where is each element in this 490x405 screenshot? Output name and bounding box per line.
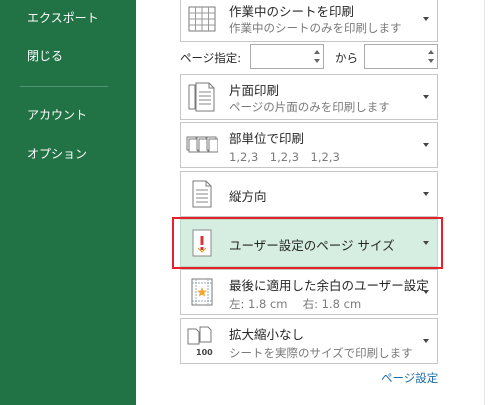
pages-to-spinner[interactable]	[425, 45, 437, 68]
pages-from-spinner[interactable]	[311, 45, 323, 68]
sidebar-item-close[interactable]: 閉じる	[27, 48, 63, 64]
sidebar-item-options[interactable]: オプション	[27, 146, 87, 162]
chevron-down-icon	[423, 339, 429, 343]
spin-down-icon[interactable]	[428, 59, 434, 63]
spin-up-icon[interactable]	[314, 50, 320, 54]
margins-title: 最後に適用した余白のユーザー設定	[229, 278, 429, 293]
pages-to-input[interactable]	[364, 44, 438, 69]
sidebar-item-account[interactable]: アカウント	[27, 107, 87, 123]
scaling-dropdown[interactable]: 100 拡大縮小なし シートを実際のサイズで印刷します	[180, 318, 438, 364]
chevron-down-icon	[423, 192, 429, 196]
print-what-subtitle: 作業中のシートのみを印刷します	[229, 21, 402, 35]
chevron-down-icon	[423, 290, 429, 294]
collate-title: 部単位で印刷	[229, 131, 305, 146]
sides-title: 片面印刷	[229, 83, 280, 98]
sides-dropdown[interactable]: 片面印刷 ページの片面のみを印刷します	[180, 74, 438, 120]
sides-subtitle: ページの片面のみを印刷します	[229, 100, 390, 114]
sidebar-divider	[20, 86, 108, 87]
pages-to-label: から	[335, 51, 358, 65]
margins-icon	[185, 275, 219, 309]
orientation-title: 縦方向	[229, 189, 267, 204]
pages-from-input[interactable]	[250, 44, 324, 69]
margins-subtitle: 左: 1.8 cm 右: 1.8 cm	[229, 297, 362, 311]
print-what-title: 作業中のシートを印刷	[229, 4, 355, 19]
print-what-dropdown[interactable]: 作業中のシートを印刷 作業中のシートのみを印刷します	[180, 0, 438, 42]
chevron-down-icon	[423, 241, 429, 245]
backstage-sidebar: エクスポート 閉じる アカウント オプション	[0, 0, 136, 405]
collate-dropdown[interactable]: 部単位で印刷 1,2,3 1,2,3 1,2,3	[180, 122, 438, 168]
chevron-down-icon	[423, 95, 429, 99]
pages-label: ページ指定:	[180, 51, 242, 65]
grid-sheet-icon	[185, 2, 219, 36]
no-scaling-icon: 100	[185, 324, 219, 358]
scaling-title: 拡大縮小なし	[229, 327, 305, 342]
spin-up-icon[interactable]	[428, 50, 434, 54]
portrait-icon	[185, 177, 219, 211]
single-sided-icon	[185, 80, 219, 114]
margins-dropdown[interactable]: 最後に適用した余白のユーザー設定 左: 1.8 cm 右: 1.8 cm	[180, 269, 438, 315]
scrollbar[interactable]	[484, 0, 490, 405]
pages-range: ページ指定: から	[180, 44, 438, 70]
paper-size-dropdown[interactable]: ユーザー設定のページ サイズ	[180, 219, 438, 267]
collated-icon	[185, 128, 219, 162]
sidebar-item-export[interactable]: エクスポート	[27, 10, 99, 26]
scaling-subtitle: シートを実際のサイズで印刷します	[229, 346, 413, 360]
paper-size-title: ユーザー設定のページ サイズ	[229, 238, 395, 253]
spin-down-icon[interactable]	[314, 59, 320, 63]
collate-subtitle: 1,2,3 1,2,3 1,2,3	[229, 150, 340, 164]
page-setup-link[interactable]: ページ設定	[381, 370, 438, 386]
no-scaling-icon-label: 100	[196, 348, 213, 357]
chevron-down-icon	[423, 17, 429, 21]
chevron-down-icon	[423, 143, 429, 147]
custom-page-size-icon	[185, 226, 219, 260]
orientation-dropdown[interactable]: 縦方向	[180, 171, 438, 217]
